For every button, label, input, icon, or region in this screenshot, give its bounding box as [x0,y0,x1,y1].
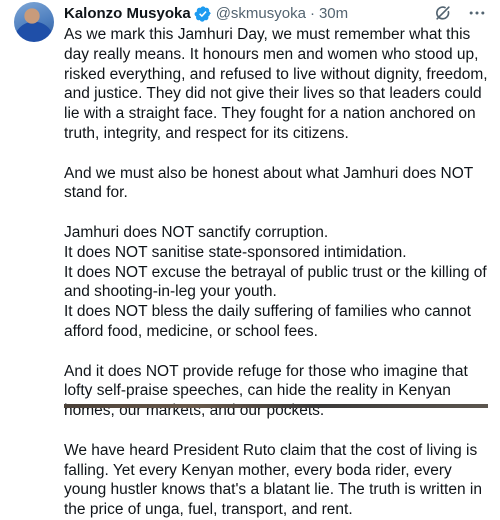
attached-media-preview[interactable] [64,404,488,408]
author-handle[interactable]: @skmusyoka [216,4,306,24]
tweet-header: Kalonzo Musyoka @skmusyoka · 30m [64,4,486,24]
tweet: Kalonzo Musyoka @skmusyoka · 30m As we m… [0,0,500,518]
more-options-icon[interactable] [466,2,488,24]
tweet-text: As we mark this Jamhuri Day, we must rem… [64,25,490,520]
tweet-paragraph-3: Jamhuri does NOT sanctify corruption. It… [64,223,487,340]
tweet-paragraph-2: And we must also be honest about what Ja… [64,164,473,202]
grok-icon[interactable] [432,2,454,24]
separator-dot: · [309,5,315,22]
tweet-paragraph-1: As we mark this Jamhuri Day, we must rem… [64,26,488,142]
verified-badge-icon [194,5,212,23]
author-avatar[interactable] [14,2,54,42]
tweet-paragraph-4: And it does NOT provide refuge for those… [64,362,468,420]
post-time[interactable]: 30m [319,4,348,24]
tweet-paragraph-5: We have heard President Ruto claim that … [64,441,482,519]
tweet-actions [432,2,488,24]
author-name[interactable]: Kalonzo Musyoka [64,4,191,24]
